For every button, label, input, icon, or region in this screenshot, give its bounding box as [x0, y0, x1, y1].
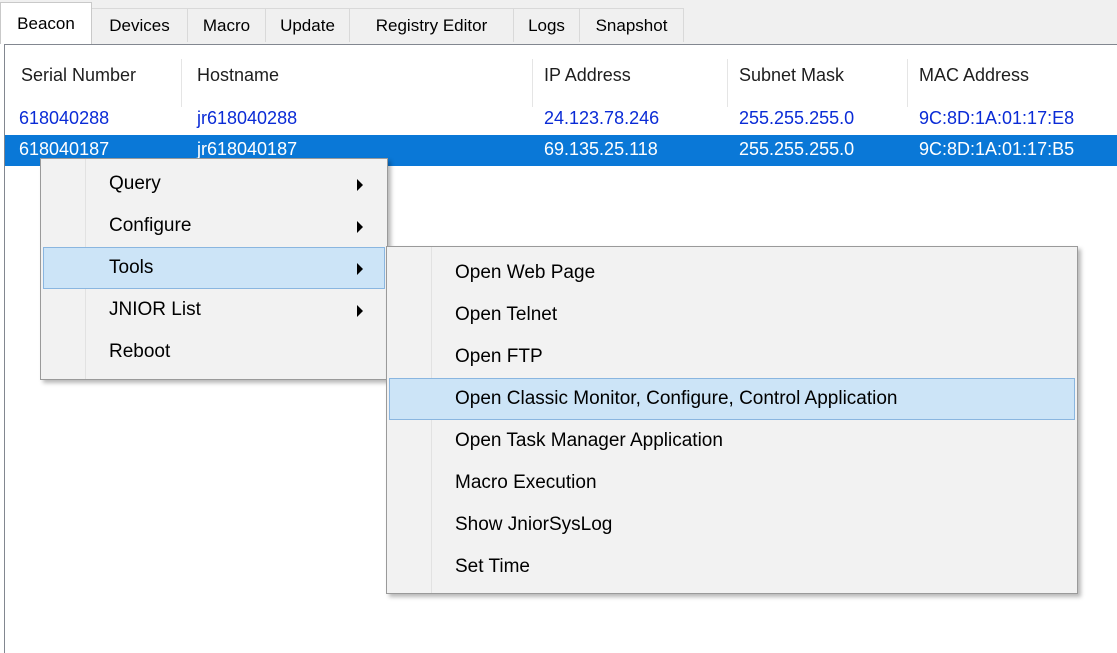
- column-divider[interactable]: [907, 59, 908, 107]
- tab-macro[interactable]: Macro: [188, 8, 266, 42]
- menu-item-open-task-manager[interactable]: Open Task Manager Application: [389, 420, 1075, 462]
- menu-item-label: Macro Execution: [455, 472, 597, 493]
- tab-beacon[interactable]: Beacon: [0, 2, 92, 44]
- ip-address-cell: 24.123.78.246: [544, 108, 660, 128]
- ip-address-cell: 69.135.25.118: [544, 139, 658, 159]
- menu-item-label: Open Task Manager Application: [455, 430, 723, 451]
- menu-item-macro-execution[interactable]: Macro Execution: [389, 462, 1075, 504]
- column-header-serial-number[interactable]: Serial Number: [21, 65, 136, 86]
- menu-item-open-web-page[interactable]: Open Web Page: [389, 252, 1075, 294]
- column-header-mac-address[interactable]: MAC Address: [919, 65, 1029, 86]
- menu-item-open-ftp[interactable]: Open FTP: [389, 336, 1075, 378]
- subnet-mask-cell: 255.255.255.0: [739, 139, 855, 159]
- menu-item-open-telnet[interactable]: Open Telnet: [389, 294, 1075, 336]
- menu-item-label: Tools: [109, 257, 154, 278]
- tab-snapshot[interactable]: Snapshot: [580, 8, 684, 42]
- serial-number-cell: 618040288: [19, 108, 110, 128]
- mac-address-cell: 9C:8D:1A:01:17:E8: [919, 108, 1075, 128]
- menu-item-label: JNIOR List: [109, 299, 201, 320]
- menu-item-reboot[interactable]: Reboot: [43, 331, 385, 373]
- menu-item-label: Open Web Page: [455, 262, 596, 283]
- menu-item-set-time[interactable]: Set Time: [389, 546, 1075, 588]
- menu-item-label: Open Telnet: [455, 304, 558, 325]
- tab-registry-editor[interactable]: Registry Editor: [350, 8, 514, 42]
- column-header-ip-address[interactable]: IP Address: [544, 65, 631, 86]
- menu-item-label: Reboot: [109, 341, 171, 362]
- menu-item-label: Configure: [109, 215, 192, 236]
- column-divider[interactable]: [532, 59, 533, 107]
- tools-submenu: Open Web Page Open Telnet Open FTP Open …: [386, 246, 1078, 594]
- tab-strip: Beacon Devices Macro Update Registry Edi…: [0, 0, 1117, 44]
- menu-item-configure[interactable]: Configure: [43, 205, 385, 247]
- submenu-arrow-icon: [357, 179, 363, 191]
- submenu-arrow-icon: [357, 305, 363, 317]
- column-divider[interactable]: [181, 59, 182, 107]
- column-header-hostname[interactable]: Hostname: [197, 65, 279, 86]
- menu-item-jnior-list[interactable]: JNIOR List: [43, 289, 385, 331]
- menu-item-label: Set Time: [455, 556, 530, 577]
- subnet-mask-cell: 255.255.255.0: [739, 108, 855, 128]
- menu-item-label: Query: [109, 173, 161, 194]
- menu-item-label: Open FTP: [455, 346, 543, 367]
- tab-update[interactable]: Update: [266, 8, 350, 42]
- menu-item-show-jniorsyslog[interactable]: Show JniorSysLog: [389, 504, 1075, 546]
- context-menu: Query Configure Tools JNIOR List Reboot: [40, 158, 388, 380]
- hostname-cell: jr618040187: [197, 139, 298, 159]
- menu-item-label: Open Classic Monitor, Configure, Control…: [455, 388, 898, 409]
- submenu-arrow-icon: [357, 221, 363, 233]
- list-header: Serial Number Hostname IP Address Subnet…: [5, 45, 1117, 107]
- serial-number-cell: 618040187: [19, 139, 110, 159]
- menu-item-label: Show JniorSysLog: [455, 514, 613, 535]
- menu-item-tools[interactable]: Tools: [43, 247, 385, 289]
- menu-item-query[interactable]: Query: [43, 163, 385, 205]
- column-header-subnet-mask[interactable]: Subnet Mask: [739, 65, 844, 86]
- column-divider[interactable]: [727, 59, 728, 107]
- table-row[interactable]: 618040288 jr618040288 24.123.78.246 255.…: [5, 104, 1117, 135]
- menu-item-open-classic-monitor[interactable]: Open Classic Monitor, Configure, Control…: [389, 378, 1075, 420]
- mac-address-cell: 9C:8D:1A:01:17:B5: [919, 139, 1075, 159]
- tab-logs[interactable]: Logs: [514, 8, 580, 42]
- hostname-cell: jr618040288: [197, 108, 298, 128]
- submenu-arrow-icon: [357, 263, 363, 275]
- tab-devices[interactable]: Devices: [92, 8, 188, 42]
